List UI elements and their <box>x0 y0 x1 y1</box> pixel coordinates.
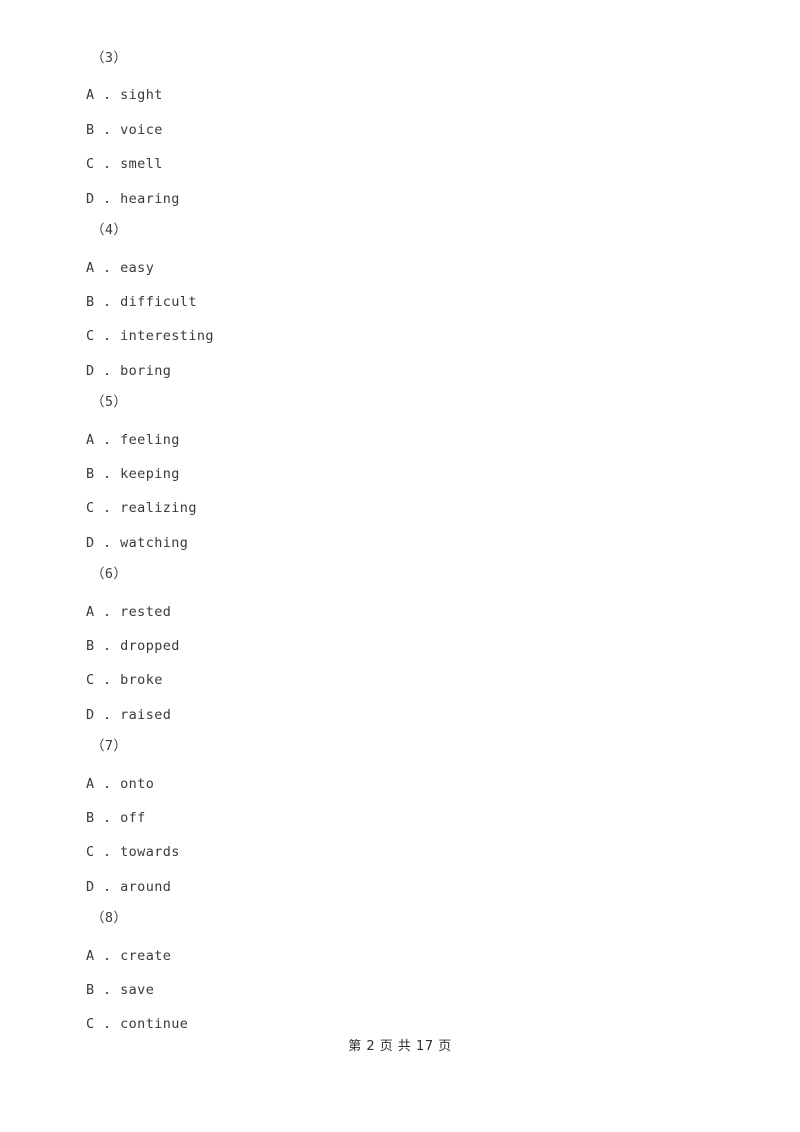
answer-option: A . onto <box>86 776 155 792</box>
question-number: （6） <box>91 566 128 582</box>
answer-option: D . raised <box>86 707 172 723</box>
answer-option: B . off <box>86 810 146 826</box>
answer-option: B . difficult <box>86 294 197 310</box>
page-footer: 第 2 页 共 17 页 <box>348 1039 452 1054</box>
answer-option: B . save <box>86 982 155 998</box>
question-number: （3） <box>91 50 128 66</box>
question-number: （4） <box>91 222 128 238</box>
document-page: （3） A . sight B . voice C . smell D . hearin… <box>0 0 800 1132</box>
answer-option: C . interesting <box>86 328 214 344</box>
answer-option: D . watching <box>86 535 189 551</box>
answer-option: B . keeping <box>86 466 180 482</box>
answer-option: C . broke <box>86 672 163 688</box>
answer-option: A . feeling <box>86 432 180 448</box>
question-number: （8） <box>91 910 128 926</box>
answer-option: D . around <box>86 879 172 895</box>
question-number: （5） <box>91 394 128 410</box>
answer-option: D . boring <box>86 363 172 379</box>
answer-option: A . rested <box>86 604 172 620</box>
answer-option: C . continue <box>86 1016 189 1032</box>
answer-option: C . realizing <box>86 500 197 516</box>
answer-option: C . towards <box>86 844 180 860</box>
answer-option: A . create <box>86 948 172 964</box>
answer-option: A . easy <box>86 260 155 276</box>
answer-option: B . voice <box>86 122 163 138</box>
answer-option: B . dropped <box>86 638 180 654</box>
answer-option: A . sight <box>86 87 163 103</box>
answer-option: C . smell <box>86 156 163 172</box>
question-number: （7） <box>91 738 128 754</box>
answer-option: D . hearing <box>86 191 180 207</box>
